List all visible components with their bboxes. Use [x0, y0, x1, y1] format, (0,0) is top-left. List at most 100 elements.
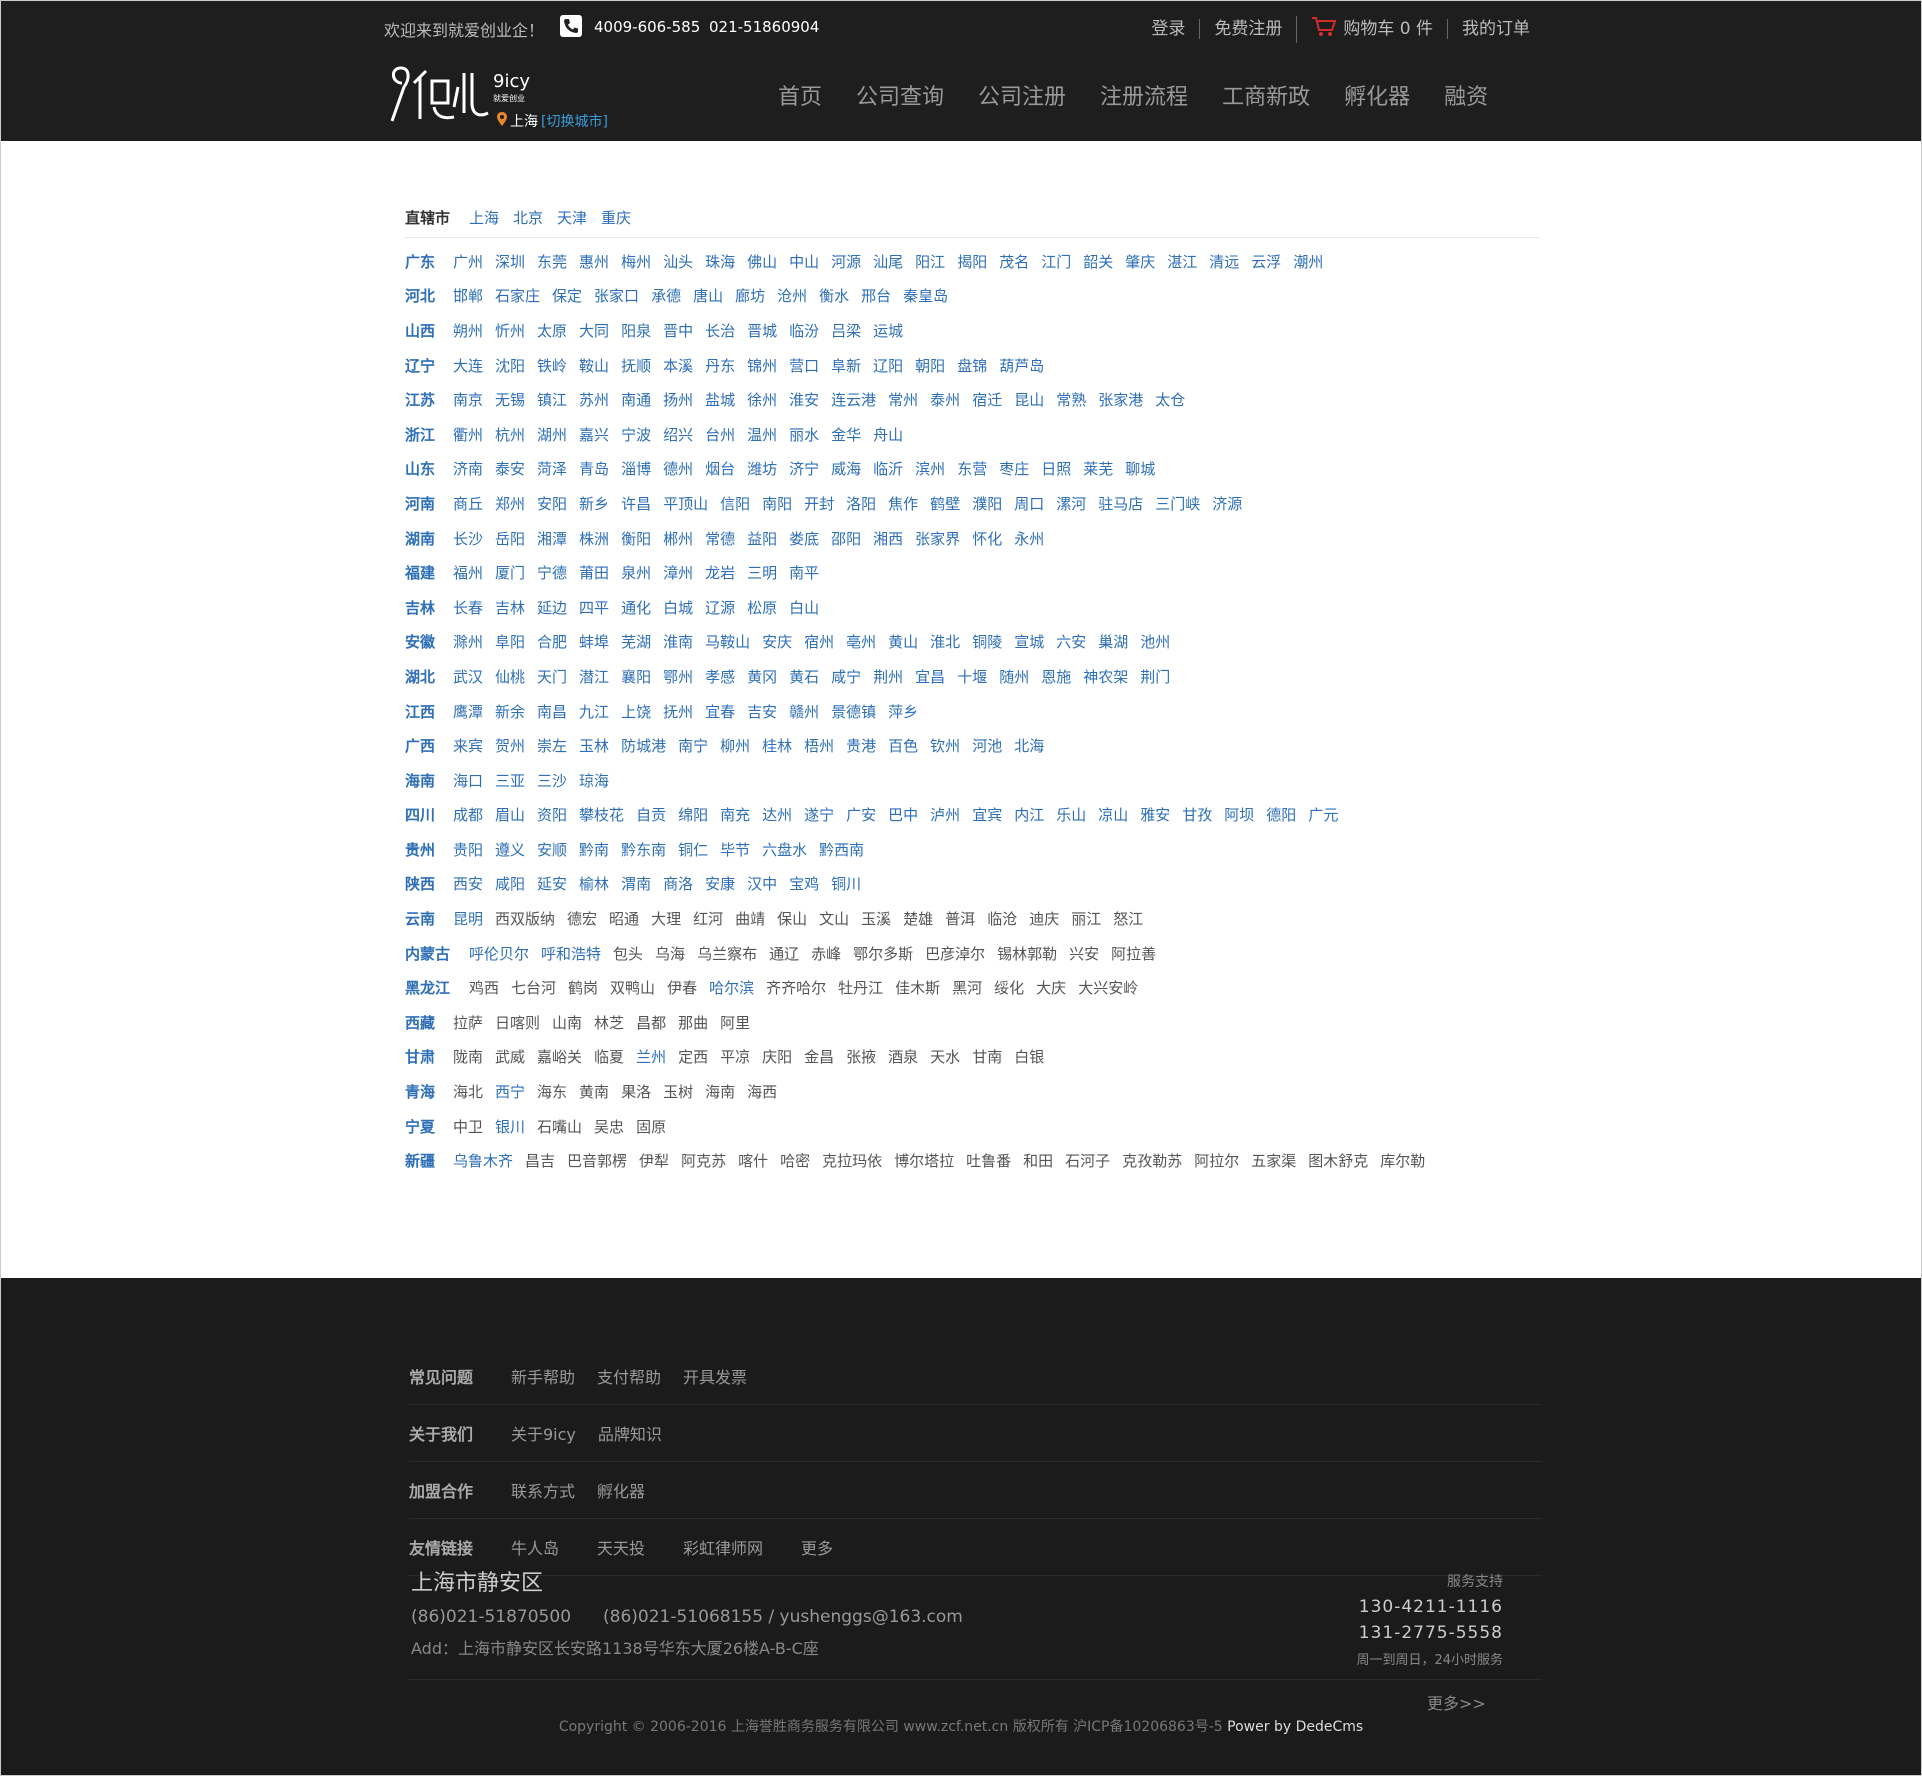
city-link[interactable]: 阳泉	[621, 320, 651, 341]
city-link[interactable]: 朝阳	[915, 355, 945, 376]
city-link[interactable]: 眉山	[495, 804, 525, 825]
province-label[interactable]: 贵州	[405, 839, 453, 860]
city-link[interactable]: 玉溪	[861, 908, 891, 929]
city-link[interactable]: 岳阳	[495, 528, 525, 549]
city-link[interactable]: 白山	[789, 597, 819, 618]
nav-policy[interactable]: 工商新政	[1205, 79, 1327, 111]
city-link[interactable]: 柳州	[720, 735, 750, 756]
city-link[interactable]: 延安	[537, 873, 567, 894]
city-link[interactable]: 德宏	[567, 908, 597, 929]
city-link[interactable]: 烟台	[705, 458, 735, 479]
city-link[interactable]: 怀化	[972, 528, 1002, 549]
footer-link[interactable]: 新手帮助	[511, 1364, 575, 1388]
province-label[interactable]: 广东	[405, 251, 453, 272]
city-link[interactable]: 台州	[705, 424, 735, 445]
city-link[interactable]: 襄阳	[621, 666, 651, 687]
city-link[interactable]: 安顺	[537, 839, 567, 860]
city-link[interactable]: 衡阳	[621, 528, 651, 549]
city-link[interactable]: 滨州	[915, 458, 945, 479]
footer-link[interactable]: 更多	[801, 1535, 833, 1559]
province-label[interactable]: 湖南	[405, 528, 453, 549]
city-link[interactable]: 鄂州	[663, 666, 693, 687]
city-link[interactable]: 南京	[453, 389, 483, 410]
footer-link[interactable]: 品牌知识	[598, 1421, 662, 1445]
city-link[interactable]: 河池	[972, 735, 1002, 756]
login-link[interactable]: 登录	[1137, 19, 1199, 39]
city-link[interactable]: 海口	[453, 770, 483, 791]
city-link[interactable]: 天水	[930, 1046, 960, 1067]
city-link[interactable]: 廊坊	[735, 285, 765, 306]
city-link[interactable]: 锦州	[747, 355, 777, 376]
city-link[interactable]: 日喀则	[495, 1012, 540, 1033]
city-link[interactable]: 绵阳	[678, 804, 708, 825]
city-link[interactable]: 来宾	[453, 735, 483, 756]
city-link[interactable]: 鹤岗	[568, 977, 598, 998]
city-link[interactable]: 广安	[846, 804, 876, 825]
footer-link[interactable]: 孵化器	[597, 1478, 645, 1502]
city-link[interactable]: 焦作	[888, 493, 918, 514]
city-link[interactable]: 东营	[957, 458, 987, 479]
city-link[interactable]: 阜阳	[495, 631, 525, 652]
city-link[interactable]: 邵阳	[831, 528, 861, 549]
city-link[interactable]: 文山	[819, 908, 849, 929]
city-link[interactable]: 抚顺	[621, 355, 651, 376]
city-link[interactable]: 白城	[663, 597, 693, 618]
city-link[interactable]: 海北	[453, 1081, 483, 1102]
city-link[interactable]: 广州	[453, 251, 483, 272]
city-link[interactable]: 临沂	[873, 458, 903, 479]
city-link[interactable]: 益阳	[747, 528, 777, 549]
nav-company-search[interactable]: 公司查询	[839, 79, 961, 111]
city-link[interactable]: 克拉玛依	[822, 1150, 882, 1171]
city-link[interactable]: 天津	[557, 207, 587, 228]
city-link[interactable]: 蚌埠	[579, 631, 609, 652]
city-link[interactable]: 毕节	[720, 839, 750, 860]
province-label[interactable]: 海南	[405, 770, 453, 791]
city-link[interactable]: 雅安	[1140, 804, 1170, 825]
city-link[interactable]: 陇南	[453, 1046, 483, 1067]
city-link[interactable]: 衡水	[819, 285, 849, 306]
city-link[interactable]: 揭阳	[957, 251, 987, 272]
city-link[interactable]: 威海	[831, 458, 861, 479]
city-link[interactable]: 楚雄	[903, 908, 933, 929]
province-label[interactable]: 安徽	[405, 631, 453, 652]
city-link[interactable]: 巴中	[888, 804, 918, 825]
city-link[interactable]: 商洛	[663, 873, 693, 894]
city-link[interactable]: 晋城	[747, 320, 777, 341]
city-link[interactable]: 神农架	[1083, 666, 1128, 687]
city-link[interactable]: 开封	[804, 493, 834, 514]
city-link[interactable]: 曲靖	[735, 908, 765, 929]
city-link[interactable]: 黔南	[579, 839, 609, 860]
city-link[interactable]: 广元	[1308, 804, 1338, 825]
province-label[interactable]: 河南	[405, 493, 453, 514]
city-link[interactable]: 湛江	[1167, 251, 1197, 272]
city-link[interactable]: 三沙	[537, 770, 567, 791]
city-link[interactable]: 临夏	[594, 1046, 624, 1067]
city-link[interactable]: 六盘水	[762, 839, 807, 860]
province-label[interactable]: 甘肃	[405, 1046, 453, 1067]
city-link[interactable]: 防城港	[621, 735, 666, 756]
city-link[interactable]: 宜春	[705, 701, 735, 722]
city-link[interactable]: 南阳	[762, 493, 792, 514]
city-link[interactable]: 普洱	[945, 908, 975, 929]
city-link[interactable]: 崇左	[537, 735, 567, 756]
city-link[interactable]: 金昌	[804, 1046, 834, 1067]
city-link[interactable]: 舟山	[873, 424, 903, 445]
city-link[interactable]: 宿州	[804, 631, 834, 652]
city-link[interactable]: 鄂尔多斯	[853, 943, 913, 964]
city-link[interactable]: 宝鸡	[789, 873, 819, 894]
city-link[interactable]: 吕梁	[831, 320, 861, 341]
city-link[interactable]: 黑河	[952, 977, 982, 998]
nav-financing[interactable]: 融资	[1427, 79, 1505, 111]
city-link[interactable]: 佛山	[747, 251, 777, 272]
city-link[interactable]: 潍坊	[747, 458, 777, 479]
province-label[interactable]: 广西	[405, 735, 453, 756]
province-label[interactable]: 陕西	[405, 873, 453, 894]
city-link[interactable]: 三明	[747, 562, 777, 583]
city-link[interactable]: 汕头	[663, 251, 693, 272]
city-link[interactable]: 平顶山	[663, 493, 708, 514]
city-link[interactable]: 枣庄	[999, 458, 1029, 479]
city-link[interactable]: 吉林	[495, 597, 525, 618]
footer-link[interactable]: 联系方式	[511, 1478, 575, 1502]
city-link[interactable]: 邢台	[861, 285, 891, 306]
city-link[interactable]: 巢湖	[1098, 631, 1128, 652]
